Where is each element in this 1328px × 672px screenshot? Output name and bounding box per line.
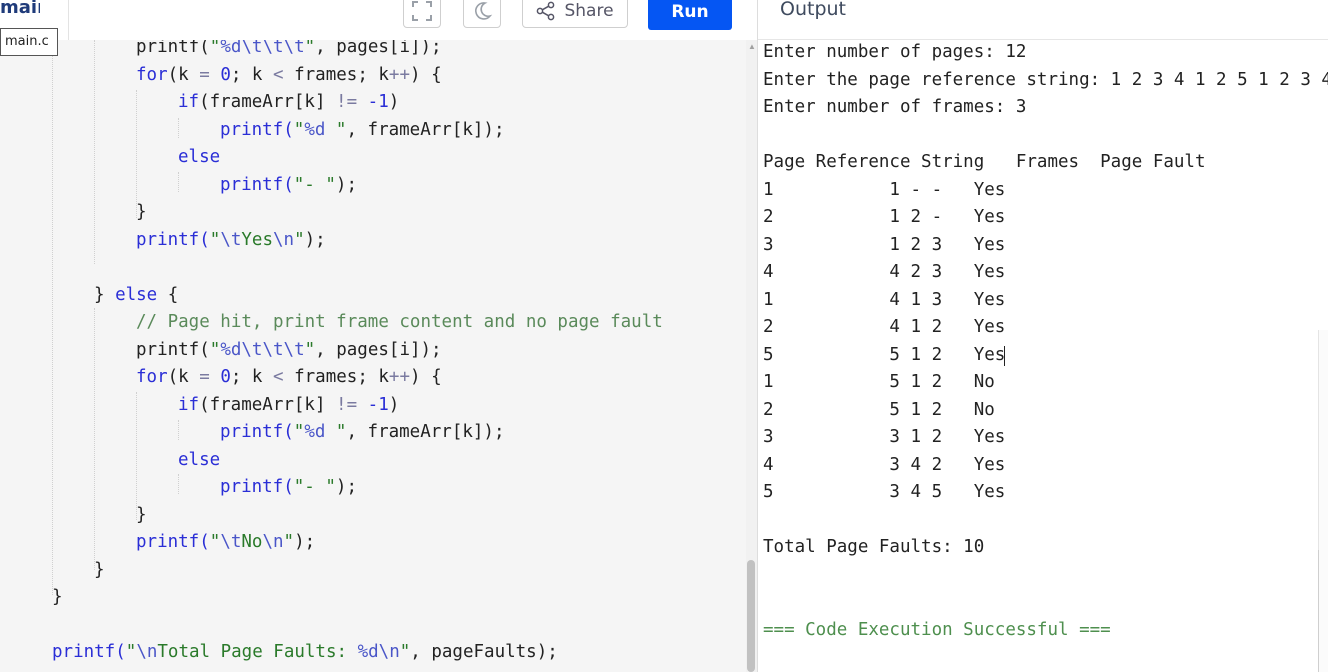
file-tab-label: main.c: [0, 0, 40, 18]
code-comment: // Page hit, print frame content and no …: [136, 312, 663, 332]
code-line: printf("- ");: [220, 477, 357, 497]
code-line: printf("\tNo\n");: [136, 532, 316, 552]
code-editor[interactable]: printf("%d\t\t\t", pages[i]); for(k = 0;…: [0, 40, 746, 672]
output-line: Enter the page reference string: 1 2 3 4…: [763, 69, 1328, 90]
output-line: 2 4 1 2 Yes: [763, 317, 1006, 337]
code-line: if(frameArr[k] != -1): [178, 92, 400, 112]
output-line: 1 1 - - Yes: [763, 179, 1006, 200]
run-button[interactable]: Run: [648, 0, 732, 30]
output-line: 1 4 1 3 Yes: [763, 289, 1006, 310]
code-line: }: [94, 559, 105, 580]
indent-guide: [94, 308, 95, 570]
indent-guide: [178, 172, 179, 192]
output-line: 4 3 4 2 Yes: [763, 454, 1006, 475]
file-tab[interactable]: main.c: [0, 0, 40, 22]
output-line: 4 4 2 3 Yes: [763, 262, 1006, 282]
moon-icon: [475, 2, 493, 20]
output-line: 2 5 1 2 No: [763, 399, 995, 420]
execution-success-message: === Code Execution Successful ===: [763, 619, 1111, 640]
output-line: 3 1 2 3 Yes: [763, 234, 1006, 255]
theme-toggle-button[interactable]: [463, 0, 501, 28]
code-line: printf("\tYes\n");: [136, 229, 326, 250]
output-line: 5 5 1 2 Yes: [763, 344, 1006, 365]
output-line: Enter number of frames: 3: [763, 97, 1027, 117]
output-line: Enter number of pages: 12: [763, 42, 1027, 62]
output-line: 3 3 1 2 Yes: [763, 427, 1006, 447]
code-line: }: [136, 504, 147, 525]
code-line: printf("%d ", frameArr[k]);: [220, 422, 505, 442]
code-line: }: [136, 202, 147, 222]
code-line: printf("%d ", frameArr[k]);: [220, 119, 505, 140]
output-line: Page Reference String Frames Page Fault: [763, 152, 1206, 172]
indent-guide: [52, 40, 53, 595]
pane-divider[interactable]: [757, 0, 758, 672]
run-label: Run: [671, 2, 709, 22]
editor-scrollbar-thumb[interactable]: [747, 560, 755, 672]
indent-guide: [178, 420, 179, 440]
code-line: for(k = 0; k < frames; k++) {: [136, 64, 442, 85]
indent-guide: [178, 474, 179, 494]
indent-guide: [94, 40, 95, 264]
code-line: printf("%d\t\t\t", pages[i]);: [136, 339, 442, 360]
output-scrollbar[interactable]: [1318, 550, 1328, 672]
code-line: }: [52, 587, 63, 607]
output-title: Output: [780, 0, 846, 20]
output-line: 2 1 2 - Yes: [763, 207, 1006, 227]
code-line: for(k = 0; k < frames; k++) {: [136, 367, 442, 387]
share-label: Share: [564, 1, 614, 21]
indent-guide: [178, 118, 179, 138]
output-panel[interactable]: Enter number of pages: 12 Enter the page…: [763, 40, 1328, 672]
code-line: } else {: [94, 284, 179, 305]
file-tooltip: main.c: [0, 28, 58, 56]
output-line: 5 3 4 5 Yes: [763, 482, 1006, 502]
fullscreen-icon: [412, 1, 432, 21]
code-line: else: [178, 147, 221, 167]
code-line: printf("\nTotal Page Faults: %d\n", page…: [52, 642, 558, 662]
share-icon: [537, 1, 555, 21]
code-line: printf("- ");: [220, 174, 357, 195]
output-total-faults: Total Page Faults: 10: [763, 537, 985, 557]
fullscreen-button[interactable]: [403, 0, 441, 28]
code-line: else: [178, 449, 221, 470]
code-line: if(frameArr[k] != -1): [178, 394, 400, 415]
top-bar: main.c Share Run Output: [0, 0, 1328, 40]
tab-divider: [68, 0, 69, 40]
output-line: 1 5 1 2 No: [763, 372, 995, 392]
code-line: printf("%d\t\t\t", pages[i]);: [136, 40, 442, 57]
share-button[interactable]: Share: [522, 0, 628, 28]
text-caret: [1004, 346, 1005, 366]
